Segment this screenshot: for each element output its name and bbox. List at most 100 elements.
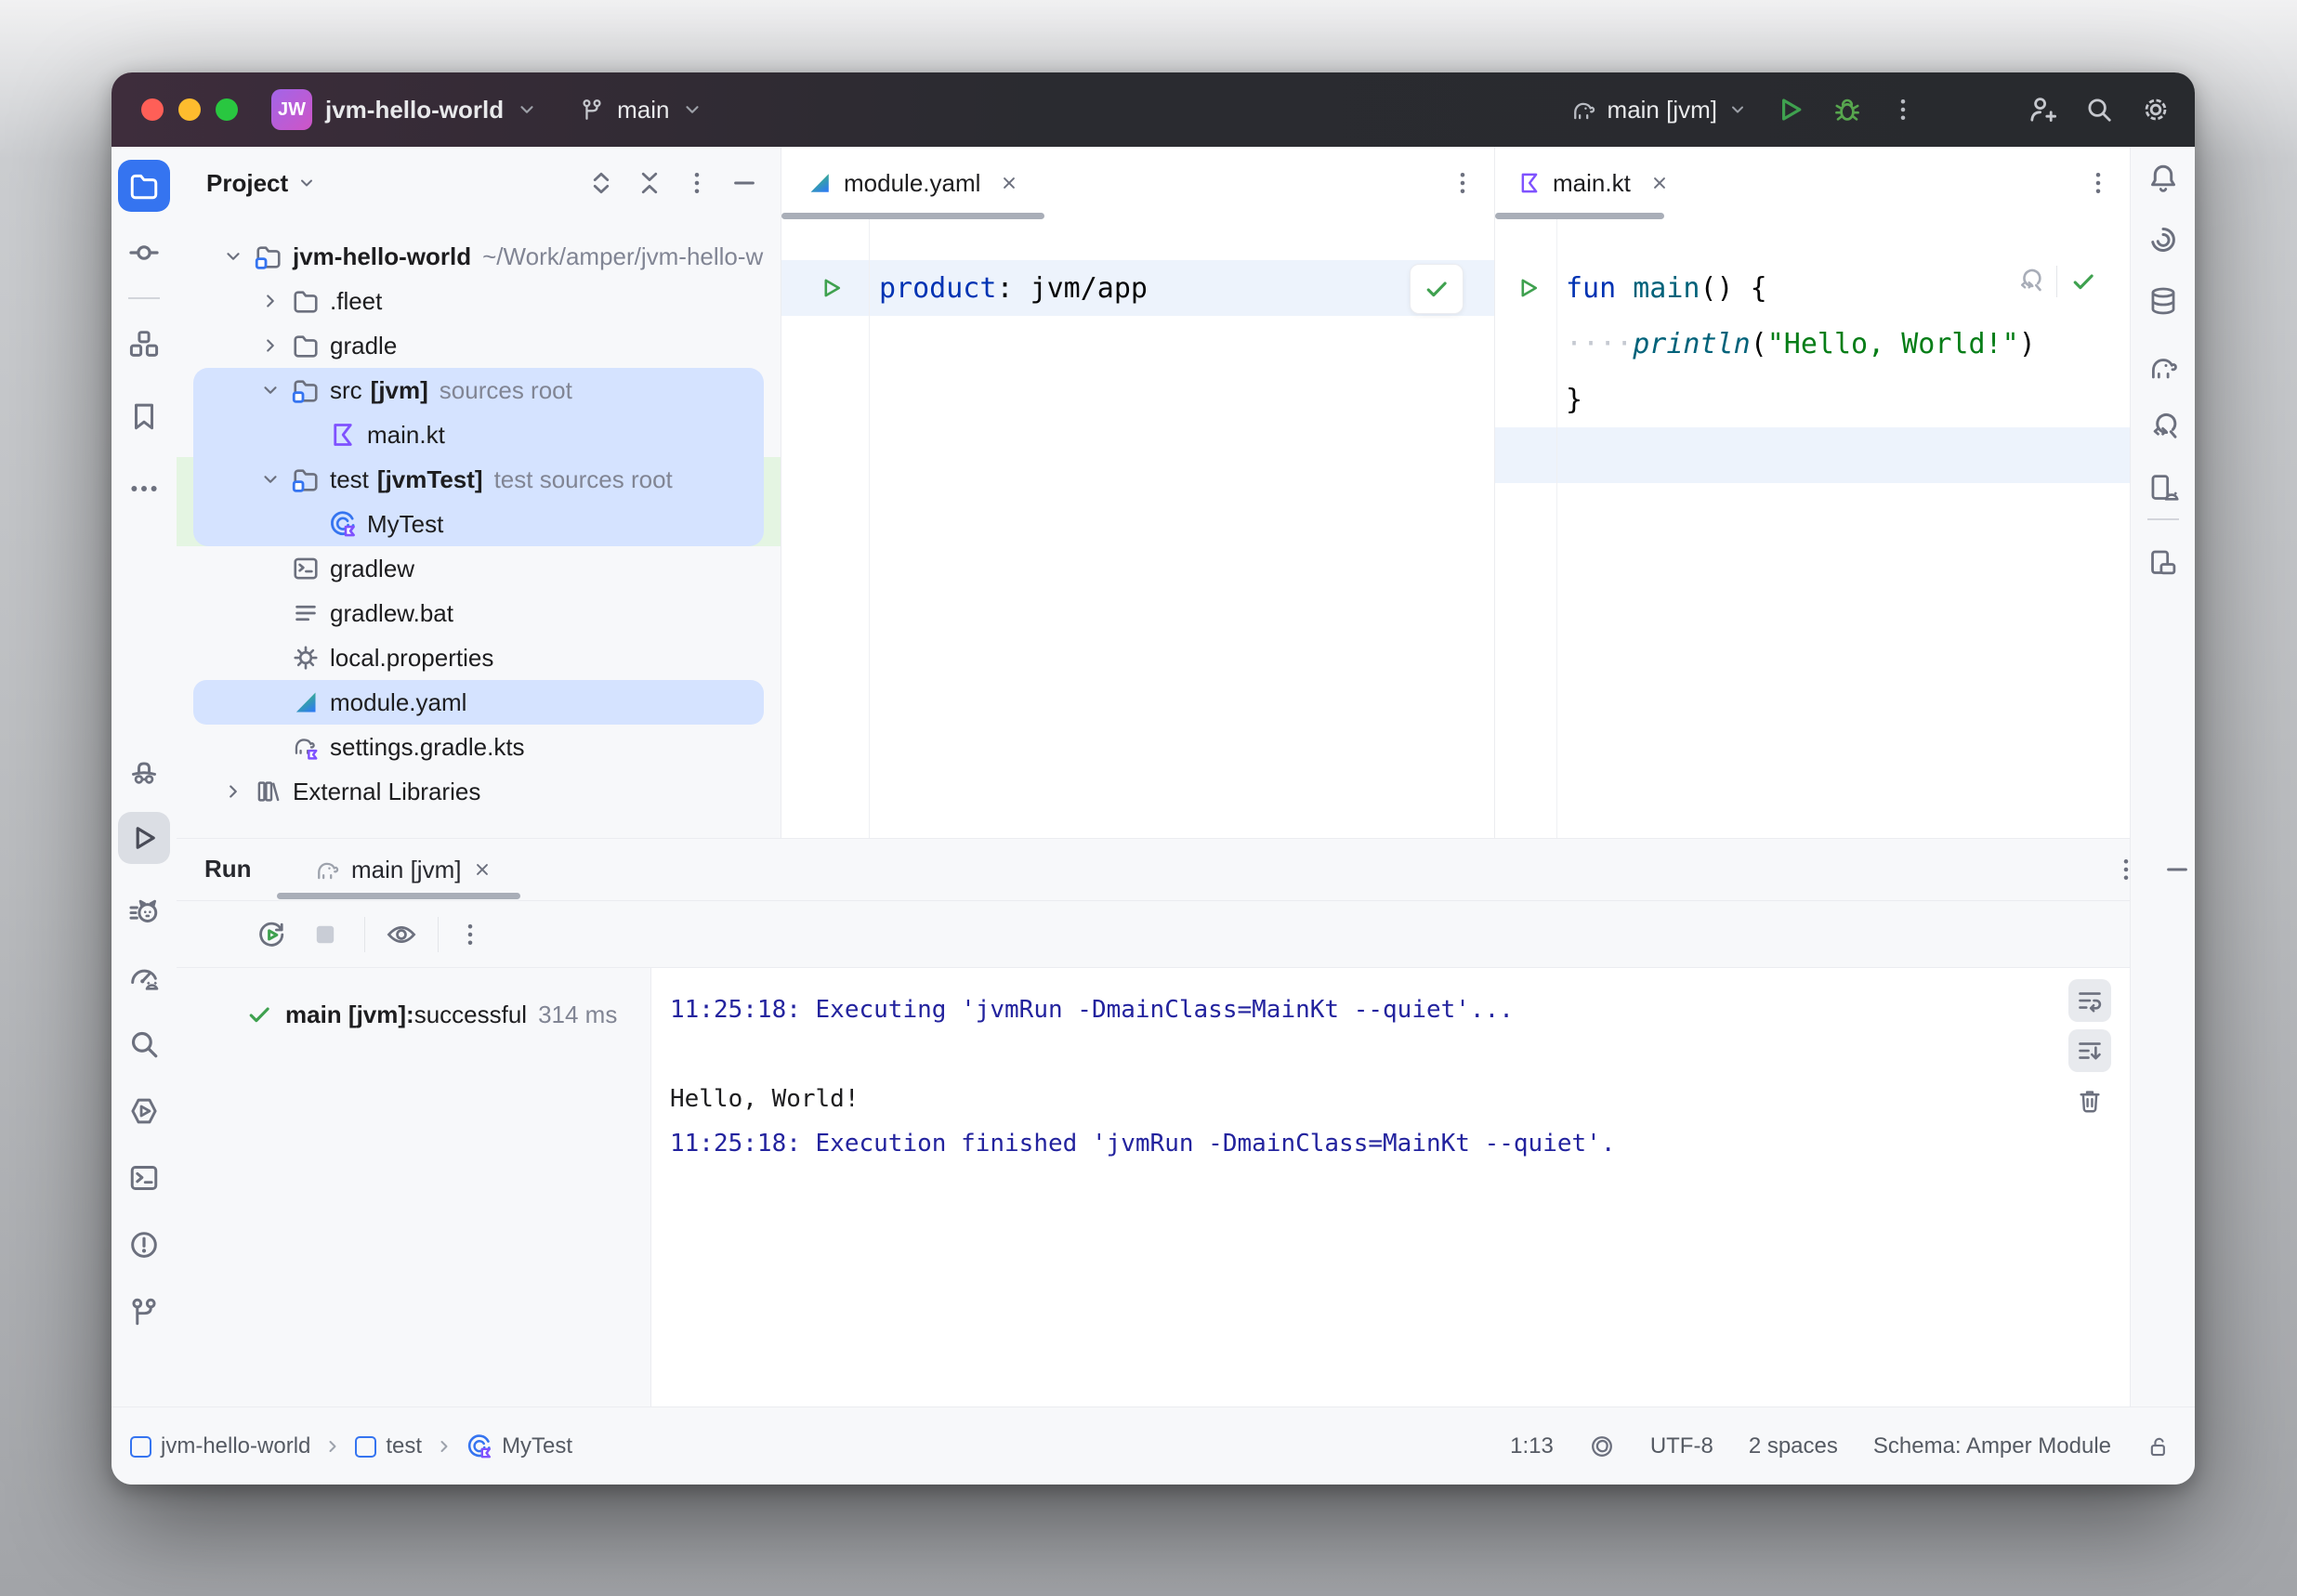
run-options-kebab-icon[interactable] — [2113, 857, 2139, 883]
code-with-me-add-user-icon[interactable] — [2028, 95, 2057, 124]
tool-stripe-button-terminal[interactable] — [118, 1152, 170, 1204]
tool-stripe-button-commit[interactable] — [118, 227, 170, 279]
project-tree-item[interactable]: gradlew — [177, 546, 781, 591]
project-tree-item[interactable]: local.properties — [177, 635, 781, 680]
tab-close-icon[interactable] — [999, 173, 1019, 193]
tree-chevron-icon[interactable] — [260, 291, 292, 311]
file-encoding-widget[interactable]: UTF-8 — [1650, 1433, 1713, 1459]
project-tree-item[interactable]: gradle — [177, 323, 781, 368]
window-minimize-button[interactable] — [178, 98, 201, 121]
tab-module-yaml[interactable]: module.yaml — [781, 147, 1494, 219]
project-tree-item[interactable]: gradlew.bat — [177, 591, 781, 635]
more-actions-kebab-icon[interactable] — [1890, 97, 1916, 123]
indent-widget[interactable]: 2 spaces — [1749, 1433, 1838, 1459]
project-tree-item[interactable]: src[jvm]sources root — [177, 368, 781, 412]
yaml-code-line[interactable]: product: jvm/app — [879, 260, 1148, 316]
tab-close-icon[interactable] — [1649, 173, 1670, 193]
run-tab-main-jvm[interactable]: main [jvm] — [297, 839, 509, 900]
breadcrumb-mytest[interactable]: MyTest — [466, 1433, 572, 1459]
readonly-lock-icon[interactable] — [2146, 1434, 2171, 1459]
soft-wrap-button[interactable] — [2068, 979, 2111, 1022]
tool-stripe-button-running-devices[interactable] — [2137, 462, 2189, 514]
settings-gear-icon[interactable] — [2141, 95, 2171, 124]
project-tree-item[interactable]: External Libraries — [177, 769, 781, 814]
inspections-widget[interactable] — [2015, 266, 2096, 297]
branch-chevron-icon[interactable] — [682, 99, 702, 120]
tree-chevron-icon[interactable] — [260, 469, 292, 490]
project-avatar-initials: JW — [278, 99, 306, 121]
tool-stripe-button-services[interactable] — [118, 1085, 170, 1137]
run-button[interactable] — [1775, 95, 1805, 124]
tool-stripe-button-project-folder[interactable] — [118, 160, 170, 212]
tree-chevron-icon[interactable] — [260, 380, 292, 400]
project-tree-item[interactable]: MyTest — [177, 502, 781, 546]
project-name[interactable]: jvm-hello-world — [325, 96, 504, 124]
tool-stripe-button-android-profiler[interactable] — [118, 951, 170, 1003]
tool-stripe-button-profiler[interactable] — [118, 745, 170, 797]
hide-run-panel-icon[interactable] — [2163, 856, 2191, 883]
editor-options-kebab-icon[interactable] — [2085, 170, 2111, 196]
tool-stripe-button-logcat[interactable] — [118, 884, 170, 936]
tool-stripe-button-more[interactable] — [118, 463, 170, 515]
run-gutter-icon[interactable] — [1516, 276, 1540, 300]
tool-stripe-button-database[interactable] — [2137, 275, 2189, 327]
rerun-button[interactable] — [256, 920, 286, 949]
project-options-kebab-icon[interactable] — [684, 170, 710, 196]
kotlin-code[interactable]: fun main() {····println("Hello, World!")… — [1566, 260, 2036, 427]
show-options-eye-icon[interactable] — [386, 919, 417, 950]
inspections-widget[interactable] — [1410, 264, 1464, 314]
line-separator-icon[interactable] — [1589, 1433, 1615, 1459]
tool-stripe-button-version-control[interactable] — [118, 1286, 170, 1338]
run-tab-close-icon[interactable] — [472, 859, 492, 880]
tool-stripe-button-run[interactable] — [118, 812, 170, 864]
tree-chevron-icon[interactable] — [223, 781, 255, 802]
editor-module-yaml[interactable]: product: jvm/app — [781, 219, 1494, 838]
clear-console-trash-button[interactable] — [2068, 1079, 2111, 1122]
tool-stripe-button-bookmarks[interactable] — [118, 390, 170, 442]
window-zoom-button[interactable] — [216, 98, 238, 121]
run-configuration-selector[interactable]: main [jvm] — [1570, 96, 1747, 124]
tool-stripe-button-gradle[interactable] — [2137, 341, 2189, 393]
project-tree-item[interactable]: module.yaml — [177, 680, 781, 725]
project-avatar[interactable]: JW — [271, 89, 312, 130]
branch-name[interactable]: main — [617, 96, 669, 124]
tree-chevron-icon[interactable] — [260, 335, 292, 356]
search-everywhere-icon[interactable] — [2085, 96, 2113, 124]
project-tree-item[interactable]: main.kt — [177, 412, 781, 457]
tool-stripe-button-find[interactable] — [118, 1018, 170, 1070]
expand-all-icon[interactable] — [587, 169, 615, 197]
editor-main-kt[interactable]: fun main() {····println("Hello, World!")… — [1495, 219, 2130, 838]
tool-stripe-button-code-inspection[interactable] — [2137, 401, 2189, 453]
toolbar-kebab-icon[interactable] — [457, 922, 483, 948]
project-tree-item[interactable]: .fleet — [177, 279, 781, 323]
tool-stripe-button-structure[interactable] — [118, 318, 170, 370]
project-chevron-icon[interactable] — [517, 99, 537, 120]
run-console[interactable]: 11:25:18: Executing 'jvmRun -DmainClass=… — [651, 968, 2130, 1407]
run-panel-title[interactable]: Run — [204, 855, 252, 883]
tool-stripe-button-device-manager[interactable] — [2137, 536, 2189, 588]
debug-button[interactable] — [1832, 95, 1862, 124]
tab-main-kt[interactable]: main.kt — [1495, 147, 2130, 219]
project-tree-item[interactable]: test[jvmTest]test sources root — [177, 457, 781, 502]
breadcrumb-module[interactable]: jvm-hello-world — [130, 1433, 310, 1459]
project-panel-chevron-icon[interactable] — [297, 174, 316, 192]
project-panel-title[interactable]: Project — [206, 169, 288, 198]
caret-position-widget[interactable]: 1:13 — [1510, 1433, 1554, 1459]
project-tree-item[interactable]: settings.gradle.kts — [177, 725, 781, 769]
schema-widget[interactable]: Schema: Amper Module — [1873, 1433, 2111, 1459]
collapse-all-icon[interactable] — [636, 169, 663, 197]
hide-panel-icon[interactable] — [730, 169, 758, 197]
tree-item-label: settings.gradle.kts — [330, 733, 525, 762]
tool-stripe-button-problems[interactable] — [118, 1219, 170, 1271]
editor-options-kebab-icon[interactable] — [1450, 170, 1476, 196]
project-tree-item[interactable]: jvm-hello-world~/Work/amper/jvm-hello-w — [177, 234, 781, 279]
scroll-to-end-button[interactable] — [2068, 1029, 2111, 1072]
window-close-button[interactable] — [141, 98, 164, 121]
run-gutter-icon[interactable] — [819, 276, 843, 300]
tree-chevron-icon[interactable] — [223, 246, 255, 267]
run-status-row[interactable]: main [jvm]: successful 314 ms — [246, 992, 617, 1037]
stop-button[interactable] — [310, 920, 340, 949]
tool-stripe-button-ai-assistant[interactable] — [2137, 214, 2189, 266]
breadcrumb-test[interactable]: test — [355, 1433, 422, 1459]
tool-stripe-button-notifications[interactable] — [2137, 152, 2189, 204]
